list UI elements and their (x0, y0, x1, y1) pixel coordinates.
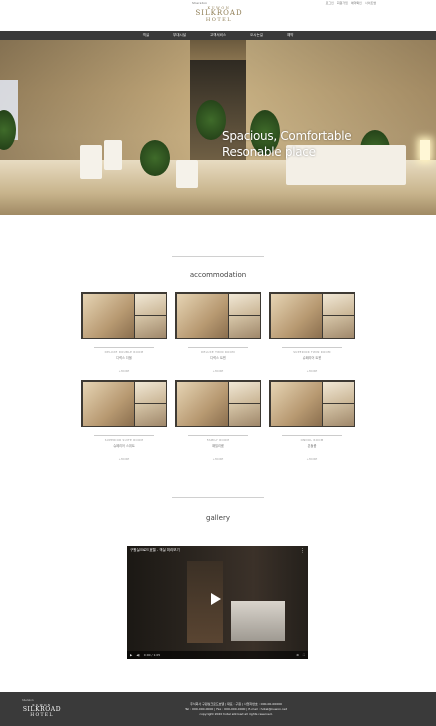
room-name-ko: 온돌룸 (307, 444, 317, 448)
util-link-login[interactable]: 로그인 (326, 1, 334, 5)
room-card[interactable]: DELUXE DOUBLE ROOM 디럭스 더블 +MORE (81, 292, 167, 373)
hero-banner: Spacious, Comfortable Resonable place (0, 40, 436, 215)
footer-info: 주식회사 구원실크로드호텔 | 대표 : 구원 | 사업자번호 : 000-00… (136, 702, 336, 717)
play-small-icon[interactable]: ▶ (130, 653, 132, 657)
hero-chair (104, 140, 122, 170)
gallery-video-player[interactable]: 구원실크로드호텔 - 객실 미리보기 ⋮ ▶ ◀) 0:00 / 1:05 ⚙ … (127, 546, 308, 659)
fullscreen-icon[interactable]: ⛶ (303, 653, 305, 657)
room-thumbnail[interactable] (81, 292, 167, 339)
gallery-title: gallery (206, 514, 230, 522)
room-name-en: DELUXE DOUBLE ROOM (104, 350, 144, 354)
room-card[interactable]: DELUXE TWIN ROOM 디럭스 트윈 +MORE (175, 292, 261, 373)
room-card[interactable]: ONDOL ROOM 온돌룸 +MORE (269, 380, 355, 461)
nav-item-facilities[interactable]: 부대시설 (173, 33, 186, 38)
footer-copyright: copyright 2020 hotel silkroad all rights… (199, 712, 273, 716)
room-more-link[interactable]: +MORE (81, 369, 167, 373)
nav-item-service[interactable]: 고객서비스 (210, 33, 226, 38)
video-frame-bed (231, 601, 285, 641)
hero-lamp (420, 140, 430, 160)
video-title[interactable]: 구원실크로드호텔 - 객실 미리보기 (130, 548, 290, 553)
header-small-label: Sheraton (192, 1, 208, 5)
hero-chair (80, 145, 102, 179)
room-card[interactable]: SUPERIOR SUITE ROOM 슈페리어 스위트 +MORE (81, 380, 167, 461)
room-thumbnail[interactable] (175, 380, 261, 427)
video-controls: ▶ ◀) 0:00 / 1:05 ⚙ ⛶ (127, 651, 308, 659)
play-icon[interactable] (211, 593, 221, 605)
settings-icon[interactable]: ⚙ (296, 653, 299, 657)
accommodation-divider (172, 256, 264, 257)
main-nav: 객실 부대시설 고객서비스 오시는길 예약 (0, 31, 436, 40)
share-icon[interactable]: ⋮ (300, 548, 305, 554)
room-card[interactable]: SUPERIOR TWIN ROOM 슈페리어 트윈 +MORE (269, 292, 355, 373)
logo-line3: HOTEL (205, 17, 233, 23)
room-more-link[interactable]: +MORE (269, 369, 355, 373)
room-divider (94, 347, 154, 348)
room-thumbnail[interactable] (81, 380, 167, 427)
room-thumbnail[interactable] (269, 292, 355, 339)
volume-icon[interactable]: ◀) (136, 653, 139, 657)
room-name-ko: 디럭스 트윈 (210, 356, 226, 360)
site-header: Sheraton KUWON SILKROAD HOTEL 로그인 회원가입 예… (0, 0, 436, 31)
room-divider (282, 435, 342, 436)
room-divider (188, 435, 248, 436)
room-card[interactable]: FAMILY ROOM 패밀리룸 +MORE (175, 380, 261, 461)
site-footer: Sheraton KUWON SILKROAD HOTEL 주식회사 구원실크로… (0, 692, 436, 726)
hero-chair (176, 160, 198, 188)
site-logo[interactable]: KUWON SILKROAD HOTEL (192, 6, 246, 23)
room-name-en: SUPERIOR TWIN ROOM (293, 350, 331, 354)
room-name-ko: 패밀리룸 (212, 444, 224, 448)
util-link-reservation-check[interactable]: 예약확인 (351, 1, 362, 5)
video-time: 0:00 / 1:05 (143, 653, 161, 657)
footer-logo-line3: HOTEL (30, 713, 54, 718)
footer-logo[interactable]: Sheraton KUWON SILKROAD HOTEL (22, 699, 62, 718)
accommodation-title: accommodation (189, 271, 247, 279)
util-link-sitemap[interactable]: 사이트맵 (365, 1, 376, 5)
room-name-en: DELUXE TWIN ROOM (201, 350, 235, 354)
hero-plant (140, 140, 170, 176)
footer-small-label: Sheraton (22, 699, 34, 702)
logo-line2: SILKROAD (195, 9, 243, 17)
hero-title-line2: Resonable place (222, 145, 316, 159)
hero-title: Spacious, Comfortable Resonable place (222, 128, 352, 160)
room-divider (94, 435, 154, 436)
room-more-link[interactable]: +MORE (175, 457, 261, 461)
room-name-en: SUPERIOR SUITE ROOM (104, 438, 144, 442)
hero-title-line1: Spacious, Comfortable (222, 129, 352, 143)
room-divider (188, 347, 248, 348)
nav-item-location[interactable]: 오시는길 (250, 33, 263, 38)
room-name-en: ONDOL ROOM (300, 438, 324, 442)
room-more-link[interactable]: +MORE (269, 457, 355, 461)
nav-item-reservation[interactable]: 예약 (287, 33, 293, 38)
room-more-link[interactable]: +MORE (175, 369, 261, 373)
gallery-divider (172, 497, 264, 498)
nav-item-rooms[interactable]: 객실 (143, 33, 149, 38)
room-name-en: FAMILY ROOM (206, 438, 230, 442)
room-thumbnail[interactable] (269, 380, 355, 427)
room-name-ko: 슈페리어 트윈 (302, 356, 322, 360)
room-name-ko: 슈페리어 스위트 (113, 444, 135, 448)
util-link-signup[interactable]: 회원가입 (337, 1, 348, 5)
utility-links: 로그인 회원가입 예약확인 사이트맵 (326, 1, 376, 5)
room-thumbnail[interactable] (175, 292, 261, 339)
room-divider (282, 347, 342, 348)
room-name-ko: 디럭스 더블 (116, 356, 132, 360)
room-more-link[interactable]: +MORE (81, 457, 167, 461)
